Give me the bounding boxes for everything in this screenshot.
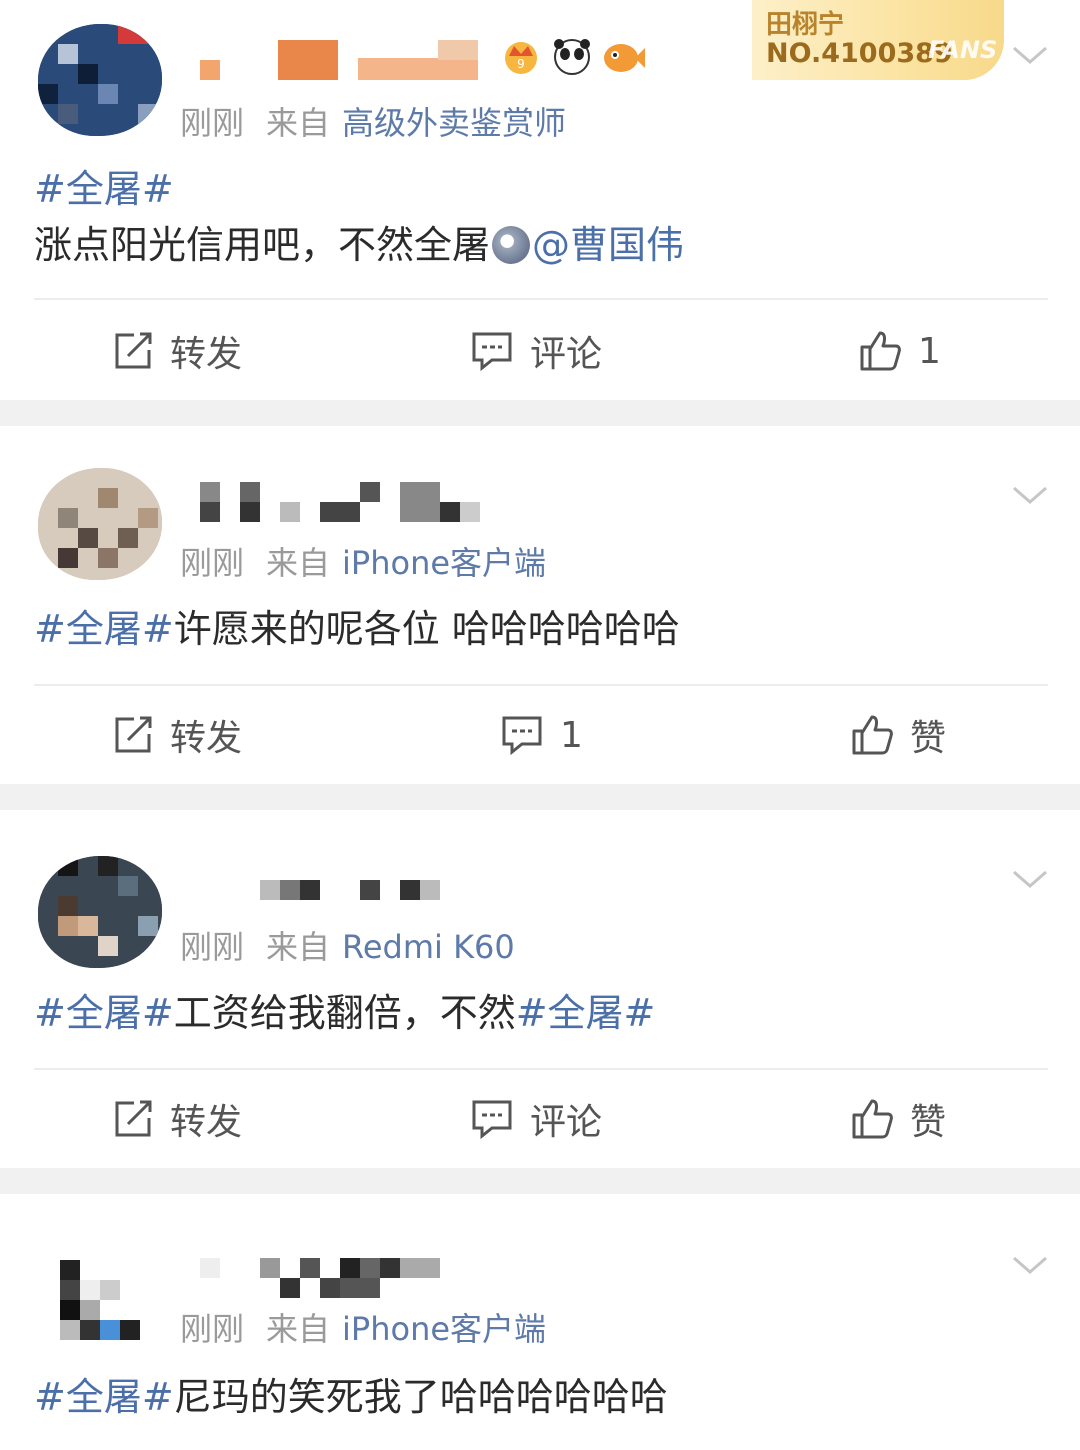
like-icon [852,715,893,755]
comment-label: 评论 [530,334,603,375]
post-separator [0,400,1080,426]
post-time: 刚刚 [180,544,245,582]
post-meta: 刚刚 来自 iPhone客户端 [180,1304,546,1350]
fans-badge[interactable]: 田栩宁 NO.4100389 FANS [752,0,1004,80]
post-time: 刚刚 [180,928,245,966]
repost-button[interactable]: 转发 [112,326,242,376]
post-separator [0,784,1080,810]
svg-text:9: 9 [517,57,525,71]
post-time: 刚刚 [180,1310,245,1348]
post-from: 来自 [266,928,331,966]
post-from: 来自 [266,104,331,142]
post-meta: 刚刚 来自 高级外卖鉴赏师 [180,98,566,144]
emoji-icon [492,226,531,264]
post-topic-tag[interactable]: #全屠# [516,991,656,1035]
comment-icon [472,332,512,372]
like-icon [852,1099,893,1139]
fans-badge-number: NO.4100389 [766,38,953,69]
repost-label: 转发 [170,1102,243,1143]
comment-label: 评论 [530,1102,603,1143]
avatar[interactable] [38,24,162,136]
like-button[interactable]: 赞 [850,1094,946,1144]
username-blurred[interactable] [178,870,658,910]
post-card: 刚刚 来自 iPhone客户端 #全屠#许愿来的呢各位 哈哈哈哈哈哈 转发 1 赞 [0,426,1080,784]
comment-icon [472,1100,512,1140]
post-time: 刚刚 [180,104,245,142]
like-button[interactable]: 赞 [850,710,946,760]
fans-badge-name: 田栩宁 [766,10,845,40]
post-card: 刚刚 来自 Redmi K60 #全屠#工资给我翻倍，不然#全屠# 转发 评论 赞 [0,810,1080,1168]
post-meta: 刚刚 来自 iPhone客户端 [180,538,546,584]
post-content-text: 尼玛的笑死我了哈哈哈哈哈哈 [173,1375,668,1419]
post-separator [0,1168,1080,1194]
post-content-text: 涨点阳光信用吧，不然全屠 [34,223,491,267]
divider [34,684,1048,686]
post-content: #全屠#工资给我翻倍，不然#全屠# [34,988,655,1038]
panda-icon [554,39,590,75]
crown-icon: 9 [505,42,537,74]
comment-button[interactable]: 评论 [470,1094,602,1144]
divider [34,1068,1048,1070]
post-content: #全屠#尼玛的笑死我了哈哈哈哈哈哈 [34,1372,668,1422]
comment-count: 1 [560,714,583,756]
comment-button[interactable]: 1 [500,710,583,760]
repost-button[interactable]: 转发 [112,710,242,760]
chevron-down-icon[interactable] [1010,480,1050,510]
chevron-down-icon[interactable] [1010,40,1050,70]
avatar[interactable] [38,856,162,968]
like-label: 赞 [910,1102,947,1143]
post-from: 来自 [266,1310,331,1348]
post-source[interactable]: iPhone客户端 [342,1310,546,1348]
post-content: 涨点阳光信用吧，不然全屠 @曹国伟 [34,220,684,270]
repost-icon [115,332,152,369]
post-meta: 刚刚 来自 Redmi K60 [180,922,515,968]
post-source[interactable]: iPhone客户端 [342,544,546,582]
post-from: 来自 [266,544,331,582]
avatar[interactable] [56,1254,146,1350]
post-card: 9 田栩宁 NO.4100389 FANS 刚刚 来自 高级外卖鉴赏师 #全屠# 涨… [0,0,1080,400]
username-blurred[interactable] [178,482,658,522]
post-content-text: 许愿来的呢各位 哈哈哈哈哈哈 [173,607,680,651]
post-source[interactable]: Redmi K60 [342,928,515,966]
fans-badge-label: FANS [928,36,998,64]
avatar[interactable] [38,468,162,580]
chevron-down-icon[interactable] [1010,864,1050,894]
repost-icon [115,716,152,753]
chevron-down-icon[interactable] [1010,1250,1050,1280]
like-label: 赞 [910,718,947,759]
post-topic-tag[interactable]: #全屠# [34,607,174,651]
repost-button[interactable]: 转发 [112,1094,242,1144]
post-mention[interactable]: @曹国伟 [532,223,684,267]
comment-icon [502,716,542,756]
comment-button[interactable]: 评论 [470,326,602,376]
post-topic-tag[interactable]: #全屠# [34,164,174,214]
like-button[interactable]: 1 [858,326,941,376]
repost-label: 转发 [170,334,243,375]
like-count: 1 [918,330,941,372]
repost-icon [115,1100,152,1137]
post-content-text: 工资给我翻倍，不然 [173,991,516,1035]
fish-icon [604,44,645,72]
post-card: 刚刚 来自 iPhone客户端 #全屠#尼玛的笑死我了哈哈哈哈哈哈 [0,1194,1080,1450]
repost-label: 转发 [170,718,243,759]
like-icon [860,331,901,371]
divider [34,298,1048,300]
username-blurred[interactable] [178,1258,658,1298]
post-source[interactable]: 高级外卖鉴赏师 [342,104,566,142]
post-topic-tag[interactable]: #全屠# [34,1375,174,1419]
post-content: #全屠#许愿来的呢各位 哈哈哈哈哈哈 [34,604,680,654]
post-topic-tag[interactable]: #全屠# [34,991,174,1035]
